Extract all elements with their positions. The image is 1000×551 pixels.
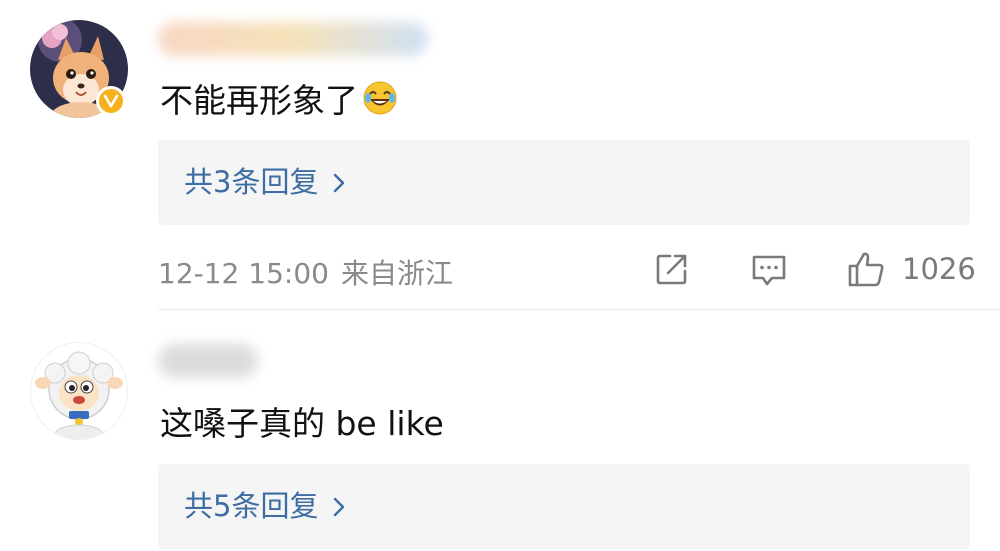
timestamp: 12-12 15:00 xyxy=(158,257,329,290)
verified-badge-icon xyxy=(96,86,126,116)
comment-item: 这嗓子真的 be like 共5条回复 xyxy=(0,310,1000,549)
view-replies-link[interactable]: 共3条回复 xyxy=(184,140,346,225)
view-replies-link[interactable]: 共5条回复 xyxy=(184,464,346,549)
chevron-right-icon xyxy=(332,142,346,227)
like-icon[interactable] xyxy=(846,249,886,293)
replies-panel[interactable]: 共5条回复 xyxy=(158,464,970,549)
comment-text: 不能再形象了 xyxy=(160,80,398,125)
like-count: 1026 xyxy=(902,252,976,286)
username-blurred[interactable] xyxy=(158,344,258,378)
comment-body: 这嗓子真的 be like xyxy=(160,404,444,443)
comment-text: 这嗓子真的 be like xyxy=(160,404,444,444)
laughing-tears-emoji-icon xyxy=(362,80,398,125)
username-blurred[interactable] xyxy=(158,22,428,56)
sheep-avatar-image xyxy=(30,342,128,440)
replies-panel[interactable]: 共3条回复 xyxy=(158,140,970,225)
chevron-right-icon xyxy=(332,466,346,551)
share-icon[interactable] xyxy=(654,251,690,291)
comment-icon[interactable] xyxy=(750,251,788,293)
avatar[interactable] xyxy=(30,20,128,118)
replies-count-label: 共5条回复 xyxy=(184,489,319,523)
comment-body: 不能再形象了 xyxy=(160,81,358,120)
replies-count-label: 共3条回复 xyxy=(184,165,319,199)
comment-meta: 12-12 15:00 来自浙江 xyxy=(158,252,453,292)
location: 来自浙江 xyxy=(340,257,453,290)
comment-item: 不能再形象了 共3条回复 12-12 15:00 来自浙江 1026 xyxy=(0,0,1000,310)
avatar[interactable] xyxy=(30,342,128,440)
